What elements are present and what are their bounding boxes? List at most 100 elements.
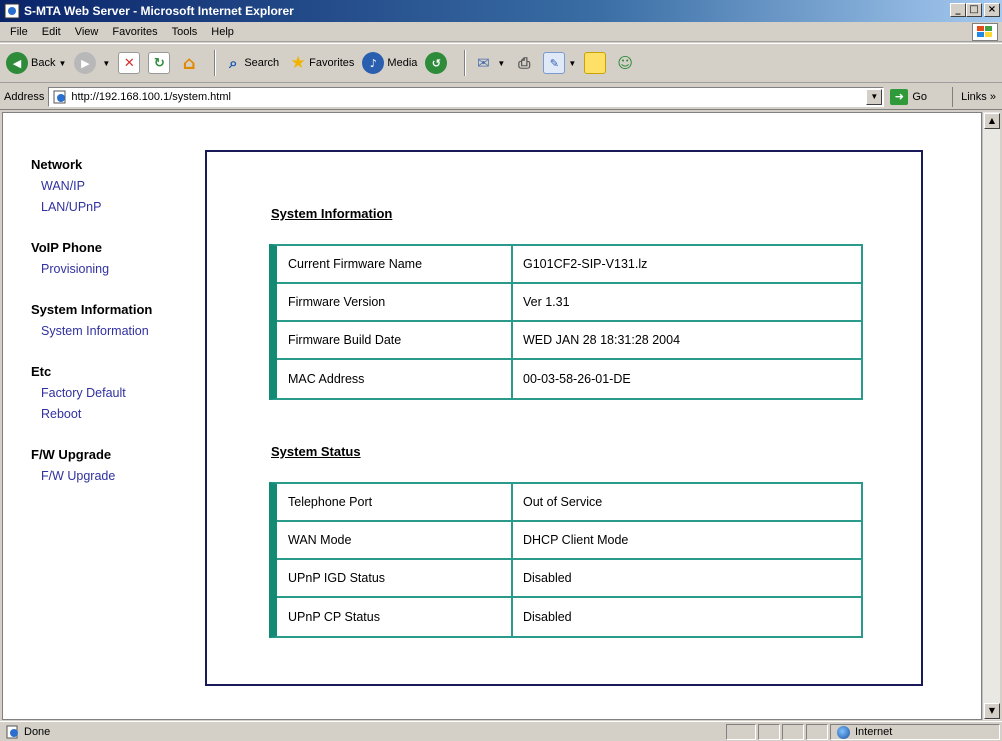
table-row: MAC Address 00-03-58-26-01-DE: [277, 360, 861, 398]
menu-file[interactable]: File: [0, 26, 35, 38]
page-icon: [53, 90, 66, 103]
search-button[interactable]: ⌕ Search: [222, 52, 279, 74]
status-cell: [726, 724, 756, 740]
back-arrow-icon: ◀: [6, 52, 28, 74]
table-row: Telephone Port Out of Service: [277, 484, 861, 522]
forward-arrow-icon: ▶: [74, 52, 97, 74]
table-row: Firmware Version Ver 1.31: [277, 284, 861, 322]
table-row: Current Firmware Name G101CF2-SIP-V131.l…: [277, 246, 861, 284]
nav-heading: VoIP Phone: [31, 240, 103, 255]
nav-link-wan-ip[interactable]: WAN/IP: [31, 176, 201, 197]
row-key: Firmware Build Date: [277, 322, 513, 358]
nav-heading: Etc: [31, 364, 52, 379]
home-button[interactable]: ⌂: [178, 52, 200, 74]
note-icon: [584, 52, 607, 74]
refresh-icon: ↻: [148, 52, 171, 74]
menu-help[interactable]: Help: [204, 26, 241, 38]
edit-icon: ✎: [543, 52, 566, 74]
row-value: Disabled: [523, 571, 572, 585]
back-button[interactable]: ◀ Back ▼: [6, 52, 66, 74]
nav-group-voip-phone: VoIP Phone Provisioning: [31, 240, 201, 280]
status-bar: Done Internet: [0, 721, 1002, 741]
search-label: Search: [244, 57, 280, 69]
history-icon: ↺: [425, 52, 448, 74]
menu-tools[interactable]: Tools: [165, 26, 205, 38]
nav-group-fw-upgrade: F/W Upgrade F/W Upgrade: [31, 447, 201, 487]
chevron-down-icon: ▼: [58, 58, 67, 68]
back-label: Back: [31, 57, 56, 69]
vertical-scrollbar[interactable]: ▲ ▼: [982, 112, 1000, 720]
nav-link-provisioning[interactable]: Provisioning: [31, 259, 201, 280]
table-row: UPnP CP Status Disabled: [277, 598, 861, 636]
favorites-button[interactable]: ★ Favorites: [287, 52, 355, 74]
media-icon: ♪: [362, 52, 385, 74]
table-row: UPnP IGD Status Disabled: [277, 560, 861, 598]
toolbar-separator: [464, 50, 467, 76]
address-url: http://192.168.100.1/system.html: [71, 90, 231, 103]
minimize-button[interactable]: _: [950, 3, 966, 17]
row-value: Ver 1.31: [523, 295, 570, 309]
scroll-up-button[interactable]: ▲: [984, 113, 1000, 129]
table-row: Firmware Build Date WED JAN 28 18:31:28 …: [277, 322, 861, 360]
system-information-table: Current Firmware Name G101CF2-SIP-V131.l…: [269, 244, 863, 400]
address-bar: Address http://192.168.100.1/system.html…: [0, 84, 1002, 110]
row-value: DHCP Client Mode: [523, 533, 629, 547]
nav-link-system-information[interactable]: System Information: [31, 321, 201, 342]
close-button[interactable]: ×: [984, 3, 1000, 17]
security-zone: Internet: [830, 724, 1000, 740]
chevron-down-icon: ▼: [497, 58, 506, 68]
nav-link-factory-default[interactable]: Factory Default: [31, 383, 201, 404]
refresh-button[interactable]: ↻: [148, 52, 171, 74]
row-value: 00-03-58-26-01-DE: [523, 372, 631, 386]
menu-view[interactable]: View: [68, 26, 106, 38]
go-arrow-icon: ➜: [890, 88, 909, 105]
row-value: G101CF2-SIP-V131.lz: [523, 257, 648, 271]
mail-button[interactable]: ✉ ▼: [472, 52, 505, 74]
nav-link-reboot[interactable]: Reboot: [31, 404, 201, 425]
stop-button[interactable]: ✕: [118, 52, 141, 74]
windows-logo-icon: [972, 23, 998, 41]
address-input[interactable]: http://192.168.100.1/system.html ▼: [48, 86, 885, 107]
media-button[interactable]: ♪ Media: [362, 52, 417, 74]
printer-icon: ⎙: [518, 54, 531, 72]
row-key: MAC Address: [277, 360, 513, 398]
nav-link-fw-upgrade[interactable]: F/W Upgrade: [31, 466, 201, 487]
messenger-button[interactable]: ☺: [614, 52, 636, 74]
menu-favorites[interactable]: Favorites: [105, 26, 164, 38]
system-information-title: System Information: [271, 206, 393, 221]
scroll-down-button[interactable]: ▼: [984, 703, 1000, 719]
maximize-button[interactable]: □: [966, 3, 982, 17]
menu-bar: File Edit View Favorites Tools Help: [0, 22, 1002, 42]
address-dropdown-button[interactable]: ▼: [866, 88, 883, 105]
toolbar-separator: [214, 50, 217, 76]
links-button[interactable]: Links »: [952, 86, 996, 107]
nav-group-network: Network WAN/IP LAN/UPnP: [31, 157, 201, 218]
edit-button[interactable]: ✎ ▼: [543, 52, 576, 74]
history-button[interactable]: ↺: [425, 52, 450, 74]
discuss-button[interactable]: [584, 52, 607, 74]
menu-edit[interactable]: Edit: [35, 26, 68, 38]
nav-link-lan-upnp[interactable]: LAN/UPnP: [31, 197, 201, 218]
status-text: Done: [24, 725, 51, 738]
row-value: Out of Service: [523, 495, 603, 509]
status-cell: [758, 724, 780, 740]
favorites-label: Favorites: [309, 57, 355, 69]
nav-heading: F/W Upgrade: [31, 447, 112, 462]
media-label: Media: [387, 57, 418, 69]
row-key: Firmware Version: [277, 284, 513, 320]
stop-icon: ✕: [118, 52, 141, 74]
row-key: WAN Mode: [277, 522, 513, 558]
standard-toolbar: ◀ Back ▼ ▶ ▼ ✕ ↻ ⌂ ⌕ Search ★ Favorites …: [0, 43, 1002, 83]
window-title-bar: S-MTA Web Server - Microsoft Internet Ex…: [0, 0, 1002, 22]
row-key: Telephone Port: [277, 484, 513, 520]
globe-icon: [837, 725, 850, 739]
go-button[interactable]: ➜ Go: [890, 88, 928, 105]
zone-label: Internet: [855, 726, 893, 738]
home-icon: ⌂: [182, 52, 196, 74]
go-label: Go: [912, 90, 928, 103]
main-panel: System Information Current Firmware Name…: [205, 150, 923, 686]
nav-group-system-information: System Information System Information: [31, 302, 201, 342]
print-button[interactable]: ⎙: [513, 52, 535, 74]
forward-button[interactable]: ▶ ▼: [74, 52, 110, 74]
chevron-down-icon: ▼: [102, 58, 111, 68]
